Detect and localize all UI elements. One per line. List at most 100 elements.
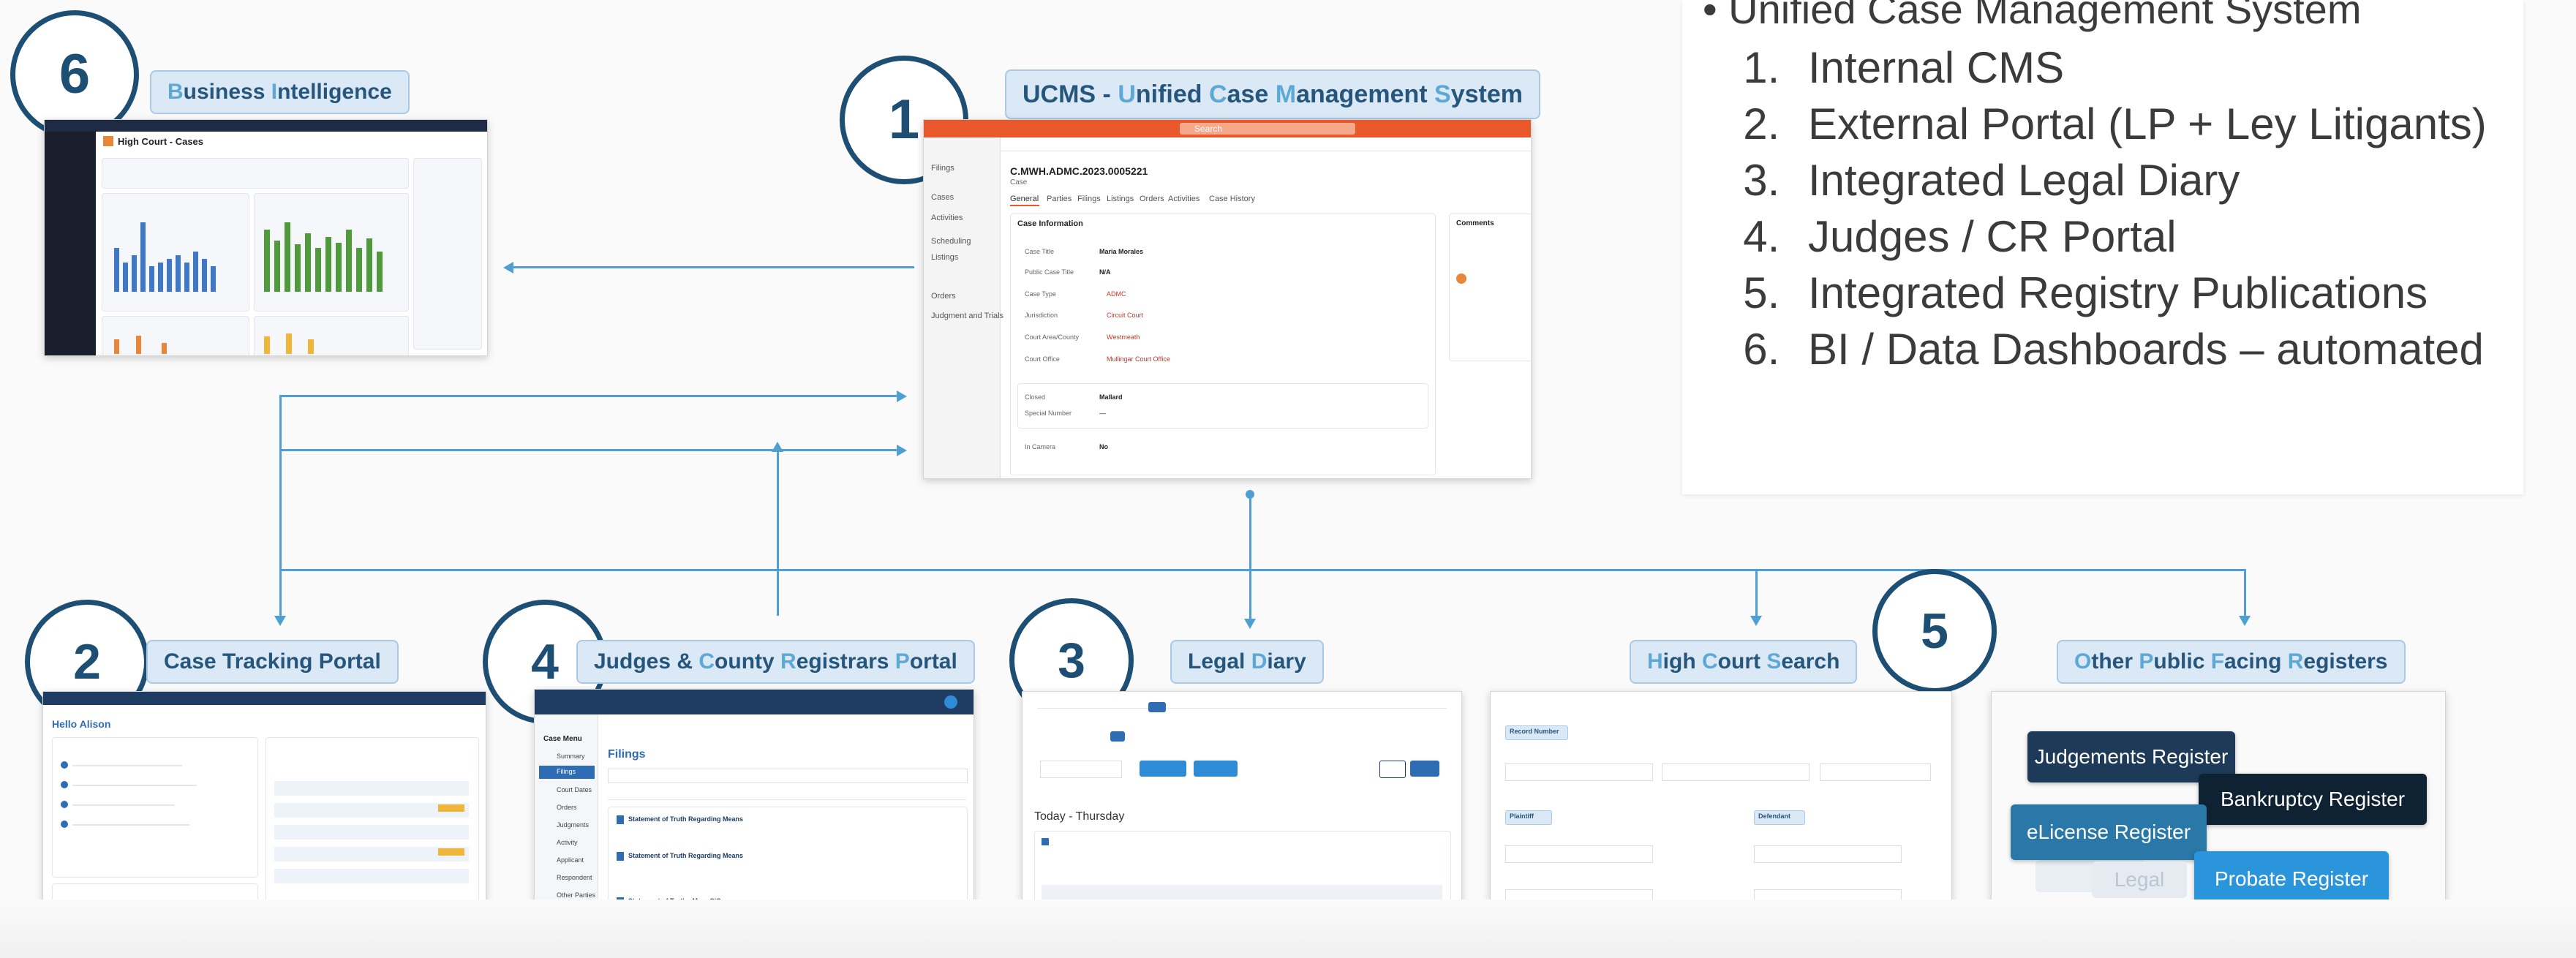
judges-menu-item[interactable]: Court Dates bbox=[557, 786, 592, 793]
ucms-comments-title: Comments bbox=[1456, 219, 1494, 227]
diary-today: Today - Thursday bbox=[1034, 810, 1125, 823]
connector-line bbox=[279, 569, 282, 617]
ucms-tab[interactable]: Filings bbox=[1077, 195, 1101, 203]
field-label: Special Number bbox=[1025, 410, 1072, 417]
connector-line bbox=[777, 449, 779, 616]
other-registers-title: Other Public Facing Registers bbox=[2057, 640, 2406, 684]
ucms-tab[interactable]: Activities bbox=[1168, 195, 1200, 203]
field-label: Court Office bbox=[1025, 355, 1060, 363]
field-label: Public Case Title bbox=[1025, 268, 1074, 276]
search-record-label: Record Number bbox=[1510, 728, 1559, 735]
judges-portal-title: Judges & County Registrars Portal bbox=[576, 640, 975, 684]
ucms-search-input[interactable]: Search bbox=[1194, 124, 1222, 134]
search-defendant-label: Defendant bbox=[1758, 812, 1791, 820]
step-5-circle: 5 bbox=[1872, 569, 1997, 693]
field-label: Court Area/County bbox=[1025, 333, 1080, 341]
field-label: Closed bbox=[1025, 393, 1046, 401]
connector-line bbox=[279, 395, 897, 397]
field-label: Case Type bbox=[1025, 290, 1056, 298]
business-intelligence-title: Business Intelligence bbox=[150, 70, 410, 114]
judges-filing-item[interactable]: Statement of Truth Regarding Means bbox=[628, 852, 743, 859]
ucms-title: UCMS - Unified Case Management System bbox=[1005, 69, 1540, 119]
legal-diary-title: Legal Diary bbox=[1170, 640, 1324, 684]
ucms-tab[interactable]: Parties bbox=[1047, 195, 1072, 203]
connector-line bbox=[2244, 569, 2246, 617]
field-value: N/A bbox=[1099, 268, 1111, 276]
legend-list: Internal CMS External Portal (LP + Ley L… bbox=[1726, 39, 2516, 377]
legend-item: Integrated Legal Diary bbox=[1792, 152, 2516, 208]
ucms-tab[interactable]: Listings bbox=[1107, 195, 1134, 203]
ucms-sidebar-item[interactable]: Orders bbox=[931, 292, 956, 301]
field-value: — bbox=[1099, 410, 1106, 417]
judges-menu-item[interactable]: Orders bbox=[557, 804, 577, 811]
ucms-sidebar-item[interactable]: Activities bbox=[931, 214, 963, 222]
judges-portal-screenshot: Case Menu Summary Filings Court Dates Or… bbox=[534, 689, 974, 930]
field-value: Westmeath bbox=[1107, 333, 1140, 341]
legend-item: Internal CMS bbox=[1792, 39, 2516, 96]
field-label: In Camera bbox=[1025, 443, 1056, 450]
field-value: Mallard bbox=[1099, 393, 1123, 401]
elicense-register-chip[interactable]: eLicense Register bbox=[2011, 804, 2207, 860]
arrowhead bbox=[897, 445, 907, 456]
ucms-sidebar-item[interactable]: Cases bbox=[931, 193, 954, 202]
connector-line bbox=[1249, 494, 1251, 567]
judges-filing-item[interactable]: Statement of Truth Regarding Means bbox=[628, 815, 743, 823]
field-label: Case Title bbox=[1025, 248, 1055, 255]
connector-line bbox=[1249, 567, 1251, 622]
field-value: No bbox=[1099, 443, 1108, 450]
search-plaintiff-label: Plaintiff bbox=[1510, 812, 1534, 820]
ucms-sidebar-item[interactable]: Filings bbox=[931, 164, 954, 173]
ucms-case-sub: Case bbox=[1010, 178, 1028, 186]
judges-menu-item[interactable]: Summary bbox=[557, 753, 585, 760]
bi-dashboard-screenshot: High Court - Cases bbox=[44, 119, 488, 356]
judges-menu-item[interactable]: Activity bbox=[557, 839, 578, 846]
case-tracking-portal-title: Case Tracking Portal bbox=[146, 640, 399, 684]
ucms-tab[interactable]: Case History bbox=[1209, 195, 1255, 203]
legal-diary-screenshot: Today - Thursday bbox=[1022, 691, 1462, 930]
connector-dot bbox=[1246, 490, 1254, 499]
arrowhead bbox=[503, 262, 513, 274]
field-value: Mullingar Court Office bbox=[1107, 355, 1170, 363]
bottom-fade bbox=[0, 899, 2576, 958]
ucms-sidebar-item[interactable]: Judgment and Trials bbox=[931, 312, 1003, 320]
judges-menu-item[interactable]: Judgments bbox=[557, 821, 589, 829]
bi-title: High Court - Cases bbox=[118, 136, 204, 147]
legal-cost-register-chip[interactable]: Legal Cost bbox=[2092, 861, 2187, 927]
arrowhead bbox=[1244, 619, 1256, 629]
high-court-search-title: High Court Search bbox=[1630, 640, 1858, 684]
arrowhead bbox=[772, 442, 783, 452]
probate-register-chip[interactable]: Probate Register bbox=[2194, 851, 2389, 907]
connector-line bbox=[279, 449, 897, 451]
legend-item: Judges / CR Portal bbox=[1792, 208, 2516, 265]
field-value: Circuit Court bbox=[1107, 312, 1144, 319]
connector-line bbox=[512, 266, 914, 268]
arrowhead bbox=[1750, 616, 1762, 626]
ucms-tab[interactable]: Orders bbox=[1140, 195, 1164, 203]
judges-menu-item[interactable]: Respondent bbox=[557, 874, 592, 881]
connector-line bbox=[279, 450, 282, 570]
legend-item: Integrated Registry Publications bbox=[1792, 265, 2516, 321]
tracking-greeting: Hello Alison bbox=[52, 718, 111, 730]
legend-panel: • Unified Case Management System Interna… bbox=[1682, 0, 2523, 494]
judges-menu-item[interactable]: Other Parties bbox=[557, 891, 595, 899]
ucms-section-title: Case Information bbox=[1017, 219, 1083, 228]
arrowhead bbox=[897, 391, 907, 402]
field-value: Maria Morales bbox=[1099, 248, 1144, 255]
ucms-sidebar-item[interactable]: Listings bbox=[931, 253, 958, 262]
judges-menu-item[interactable]: Applicant bbox=[557, 856, 584, 864]
ucms-case-id: C.MWH.ADMC.2023.0005221 bbox=[1010, 165, 1148, 177]
judges-menu-item[interactable]: Filings bbox=[557, 768, 576, 775]
connector-line bbox=[1755, 569, 1758, 617]
case-tracking-screenshot: Hello Alison bbox=[42, 691, 486, 930]
ucms-tab[interactable]: General bbox=[1010, 195, 1039, 203]
ucms-sidebar-item[interactable]: Scheduling bbox=[931, 237, 971, 246]
legend-item: External Portal (LP + Ley Litigants) bbox=[1792, 96, 2516, 152]
arrowhead bbox=[2239, 616, 2251, 626]
field-label: Jurisdiction bbox=[1025, 312, 1058, 319]
ucms-screenshot: Search Filings Cases Activities Scheduli… bbox=[923, 119, 1532, 479]
judges-filings-heading: Filings bbox=[608, 748, 646, 761]
legend-heading: • Unified Case Management System bbox=[1703, 0, 2362, 32]
bankruptcy-register-chip[interactable]: Bankruptcy Register bbox=[2199, 774, 2427, 825]
field-value: ADMC bbox=[1107, 290, 1126, 298]
judges-menu-item[interactable]: Case Menu bbox=[543, 735, 582, 743]
